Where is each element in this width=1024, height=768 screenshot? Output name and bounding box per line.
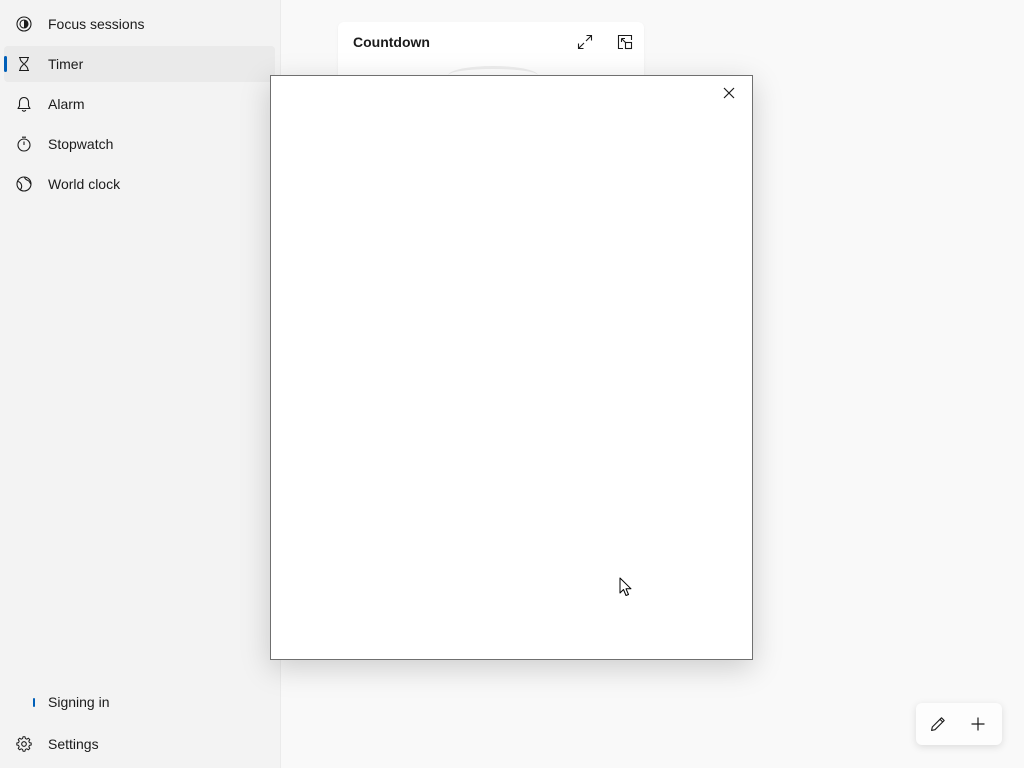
sidebar-item-focus-sessions[interactable]: Focus sessions [4,6,275,42]
keep-on-top-button[interactable] [613,30,637,54]
close-button[interactable] [716,82,742,104]
signing-in-item[interactable]: Signing in [4,684,275,720]
globe-icon [16,176,32,192]
picture-in-picture-icon [617,34,633,50]
edit-button[interactable] [927,714,949,734]
sidebar-item-stopwatch[interactable]: Stopwatch [4,126,275,162]
sidebar-item-world-clock[interactable]: World clock [4,166,275,202]
signing-in-label: Signing in [48,694,110,710]
stopwatch-icon [17,136,31,152]
expand-button[interactable] [573,30,597,54]
sidebar-item-label: World clock [48,176,121,192]
selection-indicator [4,56,7,72]
close-icon [723,87,735,99]
sidebar-item-label: Alarm [48,96,85,112]
hourglass-icon [19,56,29,72]
focus-icon [16,16,32,32]
sidebar-item-timer[interactable]: Timer [4,46,275,82]
timer-card-title: Countdown [353,34,430,50]
pencil-icon [931,717,945,731]
sidebar-item-label: Settings [48,736,99,752]
sidebar-item-label: Stopwatch [48,136,114,152]
clock-app-window: Focus sessions Timer Alarm Stopwatch Wor… [0,0,1024,768]
popup-window[interactable] [270,75,753,660]
bell-icon [17,96,31,112]
plus-icon [971,717,985,731]
sidebar: Focus sessions Timer Alarm Stopwatch Wor… [0,0,280,768]
timer-card[interactable]: Countdown [338,22,644,82]
sidebar-item-label: Timer [48,56,84,72]
expand-icon [577,34,593,50]
floating-action-bar [916,703,1002,745]
sidebar-item-alarm[interactable]: Alarm [4,86,275,122]
sidebar-item-label: Focus sessions [48,16,145,32]
sidebar-item-settings[interactable]: Settings [4,726,275,762]
add-timer-button[interactable] [967,714,989,734]
gear-icon [16,736,32,752]
mouse-cursor-icon [619,577,632,596]
